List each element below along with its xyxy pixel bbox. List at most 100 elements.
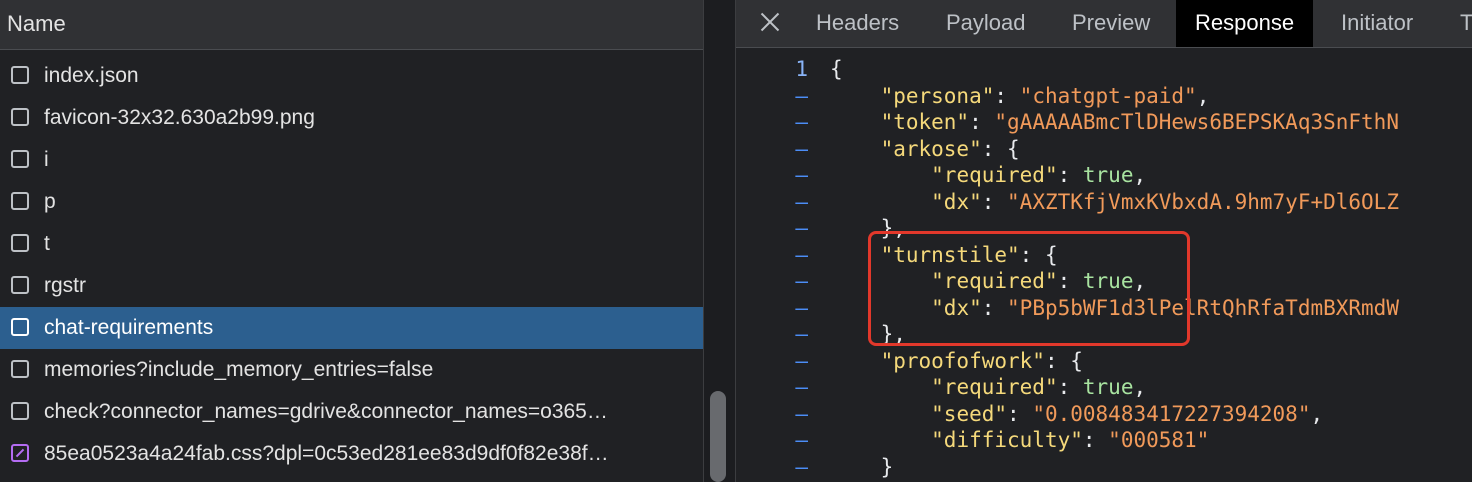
code-token: : { xyxy=(981,136,1020,161)
document-icon xyxy=(11,234,29,252)
line-number: – xyxy=(795,348,808,373)
code-token: "seed" xyxy=(931,401,1008,426)
code-token: "arkose" xyxy=(880,136,982,161)
tab-headers[interactable]: Headers xyxy=(816,0,899,47)
request-name: check?connector_names=gdrive&connector_n… xyxy=(44,400,608,423)
document-icon xyxy=(11,276,29,294)
document-icon xyxy=(11,150,29,168)
code-token: : xyxy=(1057,163,1083,187)
code-line: – "persona": "chatgpt-paid", xyxy=(736,84,1472,111)
code-token: { xyxy=(830,57,843,81)
code-text: "dx": "AXZTKfjVmxKVbxdA.9hm7yF+Dl6OLZ xyxy=(830,190,1399,214)
annotation-highlight-box xyxy=(868,231,1190,346)
code-token: "required" xyxy=(931,163,1058,187)
code-token: "gAAAAABmcTlDHews6BEPSKAq3SnFthN xyxy=(994,110,1399,134)
detail-tabs: Headers Payload Preview Response Initiat… xyxy=(736,0,1472,48)
code-token: "persona" xyxy=(880,83,995,108)
code-token: , xyxy=(1133,375,1147,399)
line-number: – xyxy=(795,295,808,320)
request-row[interactable]: favicon-32x32.630a2b99.png xyxy=(0,97,703,139)
document-icon xyxy=(11,360,29,378)
request-name: rgstr xyxy=(44,274,86,297)
request-name: memories?include_memory_entries=false xyxy=(44,358,434,381)
name-column-header[interactable]: Name xyxy=(0,0,703,50)
code-token: true xyxy=(1082,375,1134,399)
request-name: favicon-32x32.630a2b99.png xyxy=(44,106,315,129)
code-token: "chatgpt-paid" xyxy=(1019,83,1197,108)
line-number: – xyxy=(795,269,808,293)
line-number: – xyxy=(795,454,808,479)
line-number: – xyxy=(795,216,808,240)
code-token: , xyxy=(1310,401,1324,426)
request-name: t xyxy=(44,232,50,255)
code-token: } xyxy=(830,454,894,479)
code-text: } xyxy=(830,454,894,479)
code-line: – "dx": "AXZTKfjVmxKVbxdA.9hm7yF+Dl6OLZ xyxy=(736,190,1472,217)
code-token: true xyxy=(1082,163,1134,187)
code-text: "persona": "chatgpt-paid", xyxy=(830,83,1210,108)
request-row[interactable]: check?connector_names=gdrive&connector_n… xyxy=(0,391,703,433)
line-number: 1 xyxy=(795,57,808,81)
response-pane: Headers Payload Preview Response Initiat… xyxy=(736,0,1472,482)
code-text: "seed": "0.008483417227394208", xyxy=(830,402,1323,426)
line-number: – xyxy=(795,110,808,134)
tab-payload[interactable]: Payload xyxy=(946,0,1026,47)
code-line: – "required": true, xyxy=(736,375,1472,402)
pane-divider[interactable] xyxy=(703,0,736,482)
code-text: "required": true, xyxy=(830,163,1146,187)
request-row[interactable]: rgstr xyxy=(0,265,703,307)
tab-timing[interactable]: T xyxy=(1460,0,1472,47)
name-column-label: Name xyxy=(7,11,66,36)
request-list: index.json favicon-32x32.630a2b99.png i p t r… xyxy=(0,55,703,475)
code-text: "difficulty": "000581" xyxy=(830,428,1209,452)
request-row[interactable]: i xyxy=(0,139,703,181)
request-row[interactable]: chat-requirements xyxy=(0,307,703,349)
close-icon[interactable] xyxy=(758,10,782,34)
code-token: "dx" xyxy=(931,189,982,214)
request-name: 85ea0523a4a24fab.css?dpl=0c53ed281ee83d9… xyxy=(44,442,609,465)
code-token: : xyxy=(969,110,995,134)
code-token: : xyxy=(1007,401,1033,426)
request-name: i xyxy=(44,148,49,171)
request-name: p xyxy=(44,190,56,213)
stylesheet-icon xyxy=(11,444,29,462)
code-token: "required" xyxy=(931,375,1058,399)
tab-preview[interactable]: Preview xyxy=(1072,0,1150,47)
line-number: – xyxy=(795,401,808,426)
request-row[interactable]: index.json xyxy=(0,55,703,97)
code-token: "AXZTKfjVmxKVbxdA.9hm7yF+Dl6OLZ xyxy=(1007,189,1399,214)
code-token: , xyxy=(1133,163,1147,187)
code-text: { xyxy=(830,57,843,81)
code-line: – "difficulty": "000581" xyxy=(736,428,1472,455)
request-row[interactable]: t xyxy=(0,223,703,265)
request-list-pane: Name index.json favicon-32x32.630a2b99.pn… xyxy=(0,0,703,482)
request-row[interactable]: 85ea0523a4a24fab.css?dpl=0c53ed281ee83d9… xyxy=(0,433,703,475)
code-token: : xyxy=(994,83,1020,108)
line-number: – xyxy=(795,189,808,214)
line-number: – xyxy=(795,242,808,267)
code-token: "proofofwork" xyxy=(880,348,1045,373)
code-token: "0.008483417227394208" xyxy=(1032,401,1311,426)
code-line: – "token": "gAAAAABmcTlDHews6BEPSKAq3SnF… xyxy=(736,110,1472,137)
tab-response[interactable]: Response xyxy=(1176,0,1314,47)
code-token: "token" xyxy=(880,110,970,134)
request-row[interactable]: p xyxy=(0,181,703,223)
document-icon xyxy=(11,66,29,84)
document-icon xyxy=(11,108,29,126)
code-token: , xyxy=(1196,83,1210,108)
code-line: 1{ xyxy=(736,57,1472,84)
tab-initiator[interactable]: Initiator xyxy=(1341,0,1413,47)
code-token: : xyxy=(1082,428,1109,452)
request-row[interactable]: memories?include_memory_entries=false xyxy=(0,349,703,391)
code-line: – "seed": "0.008483417227394208", xyxy=(736,402,1472,429)
line-number: – xyxy=(795,375,808,399)
code-line: – "proofofwork": { xyxy=(736,349,1472,376)
line-number: – xyxy=(795,163,808,187)
scrollbar-thumb[interactable] xyxy=(710,391,726,482)
